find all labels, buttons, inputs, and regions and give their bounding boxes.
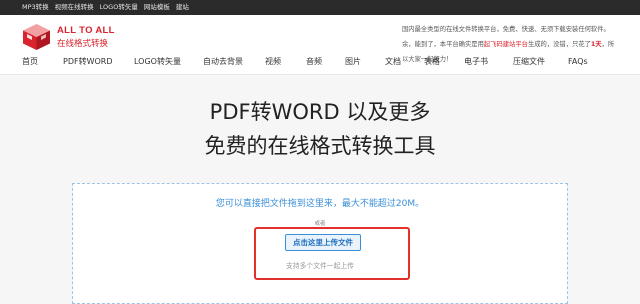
nav-item-image[interactable]: 图片 (345, 56, 361, 67)
nav-item-faqs[interactable]: FAQs (568, 56, 588, 67)
top-link-templates[interactable]: 网站模板 (144, 3, 170, 12)
nav-item-audio[interactable]: 音频 (306, 56, 322, 67)
intro-line-2a: 余，能到了，本平台确实是用 (402, 41, 484, 48)
nav-item-document[interactable]: 文档 (385, 56, 401, 67)
nav-item-pdf-to-word[interactable]: PDF转WORD (63, 56, 113, 67)
hero-title-line-1: PDF转WORD 以及更多 (209, 100, 431, 124)
nav-item-video[interactable]: 视频 (265, 56, 281, 67)
top-link-logo-vector[interactable]: LOGO转矢量 (100, 3, 138, 12)
top-link-video[interactable]: 视频在线转换 (55, 3, 94, 12)
nav-item-logo-vector[interactable]: LOGO转矢量 (134, 56, 181, 67)
nav-item-archive[interactable]: 压缩文件 (513, 56, 545, 67)
upload-or-label: 或者 (314, 221, 326, 227)
brand-title[interactable]: ALL TO ALL (57, 25, 115, 36)
nav-item-remove-background[interactable]: 自动去背景 (203, 56, 243, 67)
main-nav: 首页 PDF转WORD LOGO转矢量 自动去背景 视频 音频 图片 文档 表格… (0, 55, 640, 71)
intro-line-2b: 生成的，没错，只花了 (527, 41, 591, 48)
nav-item-home[interactable]: 首页 (22, 56, 38, 67)
logo-cube-icon[interactable] (21, 23, 52, 51)
nav-item-ebook[interactable]: 电子书 (464, 56, 488, 67)
top-bar: MP3转换 视频在线转换 LOGO转矢量 网站模板 建站 (0, 0, 640, 15)
site-builder-link[interactable]: 起飞码建站平台 (484, 41, 528, 48)
upload-drop-hint: 您可以直接把文件拖到这里来，最大不能超过20M。 (215, 199, 425, 209)
hero-title-line-2: 免费的在线格式转换工具 (204, 134, 436, 158)
top-link-site-builder[interactable]: 建站 (176, 3, 189, 12)
top-link-mp3[interactable]: MP3转换 (22, 3, 49, 12)
brand-subtitle: 在线格式转换 (57, 39, 109, 49)
nav-item-spreadsheet[interactable]: 表格 (424, 56, 440, 67)
multi-upload-hint: 支持多个文件一起上传 (286, 262, 354, 270)
intro-line-1: 国内最全类型的在线文件转换平台，免费、快速、无须下载安装任何软件。 (402, 26, 610, 33)
intro-days: 1天 (590, 41, 602, 48)
upload-file-button[interactable]: 点击这里上传文件 (285, 234, 361, 251)
top-links: MP3转换 视频在线转换 LOGO转矢量 网站模板 建站 (22, 3, 189, 12)
